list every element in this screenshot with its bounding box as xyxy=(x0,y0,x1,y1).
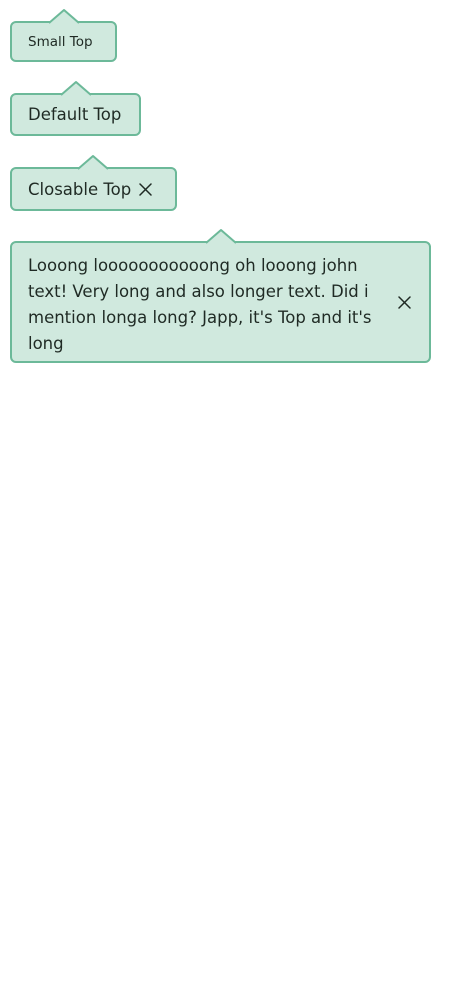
tooltip-default-top: Default Top xyxy=(10,81,141,136)
tooltip-label: Small Top xyxy=(28,33,93,50)
tooltip-label: Closable Top xyxy=(28,179,132,199)
tooltip-arrow xyxy=(77,155,109,170)
close-icon[interactable] xyxy=(139,182,152,196)
tooltip-long-top: Looong looooooooooong oh looong john tex… xyxy=(10,229,431,363)
tooltip-closable-top: Closable Top xyxy=(10,155,177,211)
tooltip-text: Looong looooooooooong oh looong john tex… xyxy=(28,256,372,353)
tooltip-label: Default Top xyxy=(28,105,122,124)
tooltip-small-top: Small Top xyxy=(10,9,117,62)
close-icon[interactable] xyxy=(398,296,411,309)
tooltip-arrow xyxy=(48,9,80,24)
tooltip-arrow xyxy=(205,229,237,244)
tooltip-arrow xyxy=(60,81,92,96)
